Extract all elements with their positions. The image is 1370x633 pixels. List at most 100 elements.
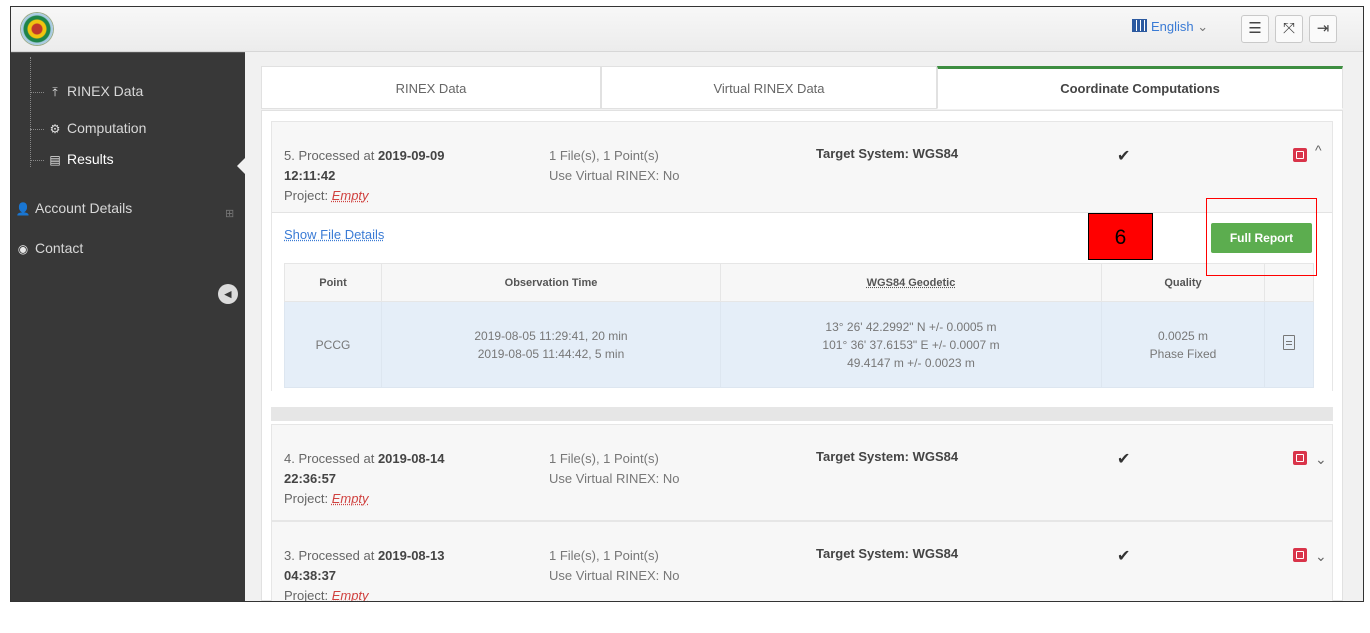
latitude: 13° 26' 42.2992" N +/- 0.0005 m xyxy=(825,319,997,334)
result-header[interactable]: 5. Processed at 2019-09-09 12:11:42 Proj… xyxy=(272,122,1332,212)
fullscreen-icon[interactable]: ⤧ xyxy=(1275,15,1303,43)
chevron-down-icon[interactable]: ⌄ xyxy=(1315,451,1327,468)
collapse-sidebar-icon[interactable]: ◂ xyxy=(218,284,238,304)
result-files: 1 File(s), 1 Point(s) Use Virtual RINEX:… xyxy=(549,449,680,489)
col-wgs84-geodetic[interactable]: WGS84 Geodetic xyxy=(720,263,1102,302)
sidebar-item-results[interactable]: ▤ Results xyxy=(47,151,114,167)
result-item[interactable]: 4. Processed at 2019-08-14 22:36:57 Proj… xyxy=(271,424,1333,521)
result-summary: 5. Processed at 2019-09-09 12:11:42 Proj… xyxy=(284,146,494,206)
main-content: RINEX Data Virtual RINEX Data Coordinate… xyxy=(245,52,1363,601)
result-item: 5. Processed at 2019-09-09 12:11:42 Proj… xyxy=(271,121,1333,393)
project-label: Project: xyxy=(284,588,329,602)
user-icon: 👤 xyxy=(15,202,31,216)
chevron-down-icon[interactable]: ⌄ xyxy=(1315,548,1327,565)
result-title: 4. Processed at xyxy=(284,451,375,466)
pdf-icon[interactable] xyxy=(1293,548,1307,562)
result-time: 12:11:42 xyxy=(284,168,336,183)
pdf-icon[interactable] xyxy=(1293,148,1307,162)
tree-branch xyxy=(30,160,44,161)
result-title: 5. Processed at xyxy=(284,148,375,163)
result-header[interactable]: 4. Processed at 2019-08-14 22:36:57 Proj… xyxy=(272,425,1332,515)
sidebar-item-label: Contact xyxy=(35,240,84,256)
step-number-annotation: 6 xyxy=(1088,213,1153,260)
tab-coordinate-computations[interactable]: Coordinate Computations xyxy=(937,66,1343,109)
tab-bar: RINEX Data Virtual RINEX Data Coordinate… xyxy=(261,66,1343,110)
sidebar-item-computation[interactable]: ⚙ Computation xyxy=(47,120,147,136)
chevron-down-icon: ⌄ xyxy=(1197,19,1209,34)
contact-icon: ◉ xyxy=(17,242,29,256)
document-icon[interactable] xyxy=(1283,334,1295,350)
col-wgs84-geodetic-label: WGS84 Geodetic xyxy=(866,276,956,289)
target-system: Target System: WGS84 xyxy=(816,449,959,464)
show-file-details-link[interactable]: Show File Details xyxy=(284,227,384,242)
tab-virtual-rinex-data[interactable]: Virtual RINEX Data xyxy=(601,66,937,109)
top-header: English ⌄ ☰ ⤧ ⇥ xyxy=(11,7,1363,52)
language-label: English xyxy=(1151,19,1194,34)
virtual-rinex-flag: Use Virtual RINEX: No xyxy=(549,168,680,183)
col-point: Point xyxy=(284,263,382,302)
quality-status: Phase Fixed xyxy=(1149,346,1217,361)
project-label: Project: xyxy=(284,491,329,506)
result-item[interactable]: 3. Processed at 2019-08-13 04:38:37 Proj… xyxy=(271,521,1333,602)
sidebar-item-account-details[interactable]: 👤 Account Details xyxy=(15,200,133,216)
gear-icon: ⚙ xyxy=(49,122,61,136)
project-label: Project: xyxy=(284,188,329,203)
active-indicator xyxy=(237,158,245,174)
project-value[interactable]: Empty xyxy=(332,491,369,506)
row-action xyxy=(1264,301,1314,388)
tree-line xyxy=(30,57,32,167)
target-system: Target System: WGS84 xyxy=(816,546,959,561)
files-count: 1 File(s), 1 Point(s) xyxy=(549,451,659,466)
files-count: 1 File(s), 1 Point(s) xyxy=(549,148,659,163)
result-date: 2019-09-09 xyxy=(377,148,445,163)
virtual-rinex-flag: Use Virtual RINEX: No xyxy=(549,471,680,486)
pdf-icon[interactable] xyxy=(1293,451,1307,465)
result-time: 04:38:37 xyxy=(284,568,337,583)
result-header[interactable]: 3. Processed at 2019-08-13 04:38:37 Proj… xyxy=(272,522,1332,602)
quality: 0.0025 m Phase Fixed xyxy=(1101,301,1265,388)
longitude: 101° 36' 37.6153" E +/- 0.0007 m xyxy=(822,337,1000,352)
app-window: English ⌄ ☰ ⤧ ⇥ ⤒ RINEX Data ⚙ Computation… xyxy=(10,6,1364,602)
points-table: Point Observation Time WGS84 Geodetic Qu… xyxy=(284,263,1314,388)
chevron-up-icon[interactable]: ^ xyxy=(1315,142,1322,158)
sidebar-item-rinex-data[interactable]: ⤒ RINEX Data xyxy=(47,83,143,100)
observation-time-1: 2019-08-05 11:29:41, 20 min xyxy=(474,328,628,343)
sidebar: ⤒ RINEX Data ⚙ Computation ▤ Results 👤 Accou… xyxy=(11,52,245,601)
highlight-box-annotation xyxy=(1206,198,1317,276)
results-panel: 5. Processed at 2019-09-09 12:11:42 Proj… xyxy=(261,110,1343,601)
result-summary: 4. Processed at 2019-08-14 22:36:57 Proj… xyxy=(284,449,494,509)
result-details: Show File Details Full Report Point Obse… xyxy=(272,212,1332,393)
language-selector[interactable]: English ⌄ xyxy=(1132,19,1208,35)
quality-value: 0.0025 m xyxy=(1157,328,1209,343)
table-header-row: Point Observation Time WGS84 Geodetic Qu… xyxy=(284,263,1314,302)
observation-time-2: 2019-08-05 11:44:42, 5 min xyxy=(477,346,625,361)
project-value[interactable]: Empty xyxy=(332,588,369,601)
result-title: 3. Processed at xyxy=(284,548,375,563)
sidebar-item-label: Computation xyxy=(67,120,147,136)
check-icon: ✔ xyxy=(1117,451,1131,468)
flag-icon xyxy=(1132,19,1147,32)
logo[interactable] xyxy=(21,13,53,45)
geodetic-coordinates: 13° 26' 42.2992" N +/- 0.0005 m 101° 36'… xyxy=(720,301,1102,388)
check-icon: ✔ xyxy=(1117,148,1131,165)
result-date: 2019-08-14 xyxy=(377,451,445,466)
tab-rinex-data[interactable]: RINEX Data xyxy=(261,66,601,109)
point-name: PCCG xyxy=(284,301,382,388)
result-date: 2019-08-13 xyxy=(377,548,445,563)
sidebar-item-label: Results xyxy=(67,151,114,167)
tree-branch xyxy=(30,129,44,130)
menu-icon[interactable]: ☰ xyxy=(1241,15,1269,43)
upload-icon: ⤒ xyxy=(52,85,58,99)
check-icon: ✔ xyxy=(1117,548,1131,565)
sidebar-item-contact[interactable]: ◉ Contact xyxy=(15,240,84,256)
logout-icon[interactable]: ⇥ xyxy=(1309,15,1337,43)
separator xyxy=(271,407,1333,421)
expand-icon[interactable]: ⊞ xyxy=(225,207,234,220)
sidebar-item-label: RINEX Data xyxy=(67,83,144,99)
tree-branch xyxy=(30,92,44,93)
files-count: 1 File(s), 1 Point(s) xyxy=(549,548,659,563)
target-system: Target System: WGS84 xyxy=(816,146,959,161)
result-files: 1 File(s), 1 Point(s) Use Virtual RINEX:… xyxy=(549,546,680,586)
result-files: 1 File(s), 1 Point(s) Use Virtual RINEX:… xyxy=(549,146,680,186)
project-value[interactable]: Empty xyxy=(332,188,369,203)
